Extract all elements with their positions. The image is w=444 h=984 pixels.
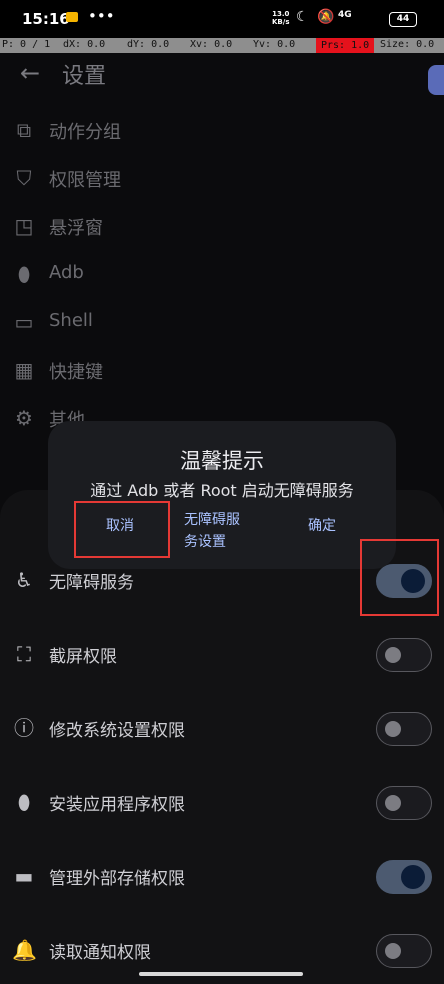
group-icon: ⧉	[16, 118, 32, 142]
gear-icon: ⚙	[15, 406, 33, 430]
network-type: 4G	[338, 10, 352, 20]
page-title: 设置	[62, 64, 107, 89]
net-speed-unit: KB/s	[272, 18, 290, 26]
permission-label: 无障碍服务	[49, 573, 134, 593]
accessibility-settings-label-line2: 务设置	[184, 534, 226, 550]
toggle-knob	[385, 647, 401, 663]
more-notifications-icon: •••	[88, 7, 115, 25]
android-icon: ⬮	[17, 790, 31, 814]
accessibility-settings-label-line1: 无障碍服	[184, 512, 240, 528]
menu-item-label: 动作分组	[49, 122, 121, 143]
permission-row-install-apps[interactable]: ⬮ 安装应用程序权限	[0, 778, 444, 828]
external-storage-toggle[interactable]	[376, 860, 432, 894]
permission-label: 截屏权限	[49, 647, 117, 667]
toggle-knob	[385, 795, 401, 811]
net-speed-value: 13.0	[272, 10, 290, 18]
dialog-message: 通过 Adb 或者 Root 启动无障碍服务	[90, 481, 354, 500]
pointer-size: Size: 0.0	[380, 39, 435, 50]
pointer-dx: dX: 0.0	[63, 39, 106, 50]
permission-row-notifications[interactable]: 🔔 读取通知权限	[0, 926, 444, 976]
confirm-button[interactable]: 确定	[308, 515, 336, 537]
permission-label: 修改系统设置权限	[49, 721, 185, 741]
notification-icon	[66, 12, 78, 22]
menu-item-label: Shell	[49, 310, 93, 331]
toggle-knob	[385, 943, 401, 959]
notifications-toggle[interactable]	[376, 934, 432, 968]
app-bar: ← 设置	[0, 53, 444, 93]
gesture-nav-bar[interactable]	[139, 972, 303, 976]
pointer-xv: Xv: 0.0	[190, 39, 233, 50]
pointer-count: P: 0 / 1	[2, 39, 51, 50]
floating-edge-handle[interactable]	[428, 65, 444, 95]
arrow-left-icon[interactable]: ←	[20, 59, 40, 87]
accessibility-settings-button[interactable]: 无障碍服 务设置	[184, 509, 240, 553]
info-icon: ⓘ	[14, 716, 34, 740]
menu-item-shell[interactable]: ▭ Shell	[0, 302, 444, 342]
menu-item-permissions[interactable]: ⛉ 权限管理	[0, 158, 444, 198]
toggle-knob	[401, 569, 425, 593]
toggle-knob	[401, 865, 425, 889]
permission-label: 管理外部存储权限	[49, 869, 185, 889]
pointer-dy: dY: 0.0	[127, 39, 170, 50]
toggle-knob	[385, 721, 401, 737]
install-apps-toggle[interactable]	[376, 786, 432, 820]
battery-icon: 44	[389, 12, 417, 27]
menu-item-action-groups[interactable]: ⧉ 动作分组	[0, 110, 444, 150]
permission-label: 安装应用程序权限	[49, 795, 185, 815]
cancel-button[interactable]: 取消	[106, 515, 134, 537]
permission-row-external-storage[interactable]: ▬ 管理外部存储权限	[0, 852, 444, 902]
accessibility-icon: ♿	[15, 568, 33, 592]
menu-item-label: 权限管理	[49, 170, 121, 191]
pointer-pressure: Prs: 1.0	[316, 38, 375, 53]
screenshot-toggle[interactable]	[376, 638, 432, 672]
folder-icon: ▬	[14, 864, 34, 888]
system-icons: ☾ 🔕	[296, 9, 337, 25]
permission-row-system-settings[interactable]: ⓘ 修改系统设置权限	[0, 704, 444, 754]
pointer-location-bar: P: 0 / 1 dX: 0.0 dY: 0.0 Xv: 0.0 Yv: 0.0…	[0, 38, 444, 53]
shield-lock-icon: ⛉	[16, 166, 32, 190]
status-time: 15:16	[22, 10, 70, 28]
status-bar: 15:16 ••• 13.0 KB/s ☾ 🔕 4G 44	[0, 0, 444, 38]
menu-item-floating-window[interactable]: ◳ 悬浮窗	[0, 206, 444, 246]
menu-item-label: Adb	[49, 262, 84, 283]
tip-dialog: 温馨提示 通过 Adb 或者 Root 启动无障碍服务 取消 无障碍服 务设置 …	[48, 421, 396, 569]
pointer-yv: Yv: 0.0	[253, 39, 296, 50]
menu-item-label: 悬浮窗	[49, 218, 103, 239]
bell-icon: 🔔	[12, 938, 37, 962]
menu-item-label: 快捷键	[49, 362, 103, 383]
screenshot-icon: ⛶	[17, 642, 31, 666]
accessibility-toggle[interactable]	[376, 564, 432, 598]
dialog-title: 温馨提示	[180, 449, 264, 473]
menu-item-shortcuts[interactable]: ▦ 快捷键	[0, 350, 444, 390]
permission-row-screenshot[interactable]: ⛶ 截屏权限	[0, 630, 444, 680]
shortcut-icon: ▦	[14, 358, 34, 382]
system-settings-toggle[interactable]	[376, 712, 432, 746]
permission-label: 读取通知权限	[49, 943, 151, 963]
net-speed: 13.0 KB/s	[272, 10, 289, 26]
menu-item-adb[interactable]: ⬮ Adb	[0, 254, 444, 294]
android-icon: ⬮	[17, 262, 31, 286]
terminal-icon: ▭	[14, 310, 34, 334]
floating-window-icon: ◳	[14, 214, 34, 238]
